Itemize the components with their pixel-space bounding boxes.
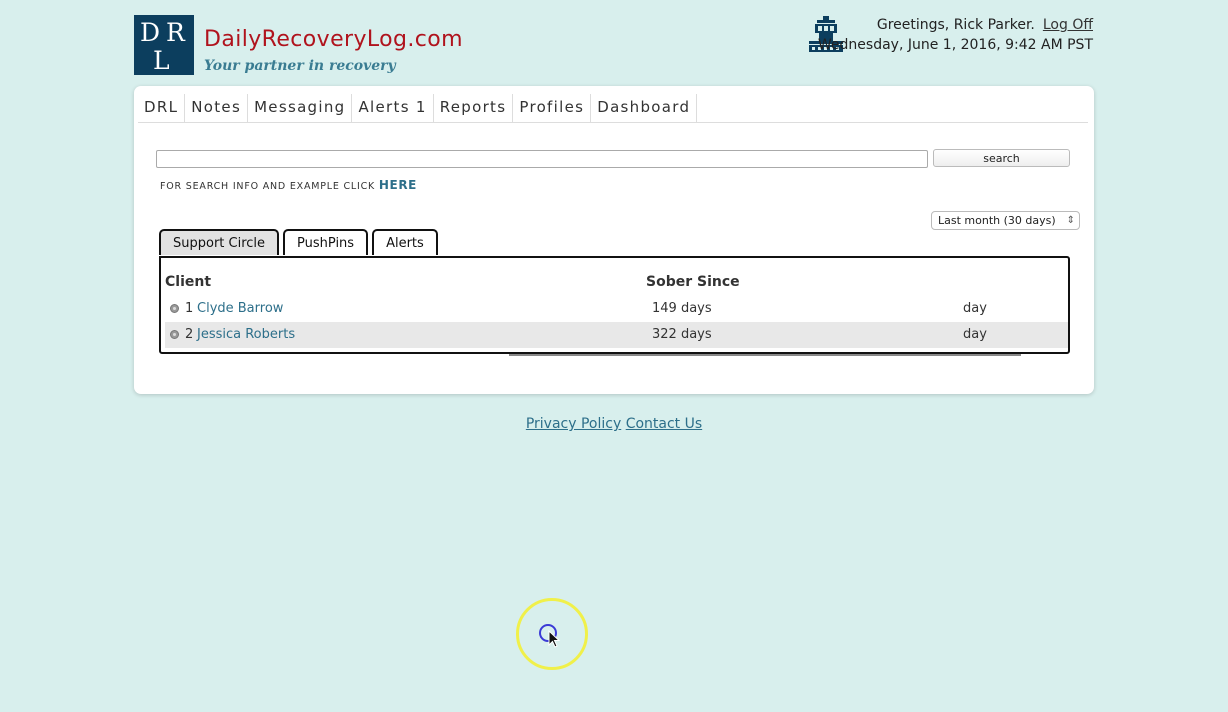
search-info-link[interactable]: HERE [379,178,417,192]
row-number: 1 [185,301,194,316]
row-number: 2 [185,327,194,342]
greeting: Greetings, Rick Parker. Log Off [877,17,1093,33]
client-name-link[interactable]: Clyde Barrow [197,301,283,316]
nav-item-reports[interactable]: Reports [434,94,514,122]
logo-letter-l: L [153,46,170,75]
search-info-text: FOR SEARCH INFO AND EXAMPLE CLICK [160,181,376,192]
logo-letter-r: R [166,18,185,47]
tab-support-circle[interactable]: Support Circle [159,229,280,255]
tab-bar: Support Circle PushPins Alerts [159,229,442,255]
site-tagline: Your partner in recovery [204,58,396,74]
sober-days: 149 days [652,301,712,316]
search-input[interactable] [156,150,928,168]
remove-circle-icon[interactable] [170,304,179,313]
table-row: 1 Clyde Barrow 149 days day [165,296,1068,322]
main-panel: DRL Notes Messaging Alerts 1 Reports Pro… [134,86,1094,394]
footer: Privacy Policy Contact Us [0,416,1228,432]
tab-alerts[interactable]: Alerts [372,229,438,255]
nav-item-alerts[interactable]: Alerts 1 [352,94,434,122]
column-header-sober-since: Sober Since [646,274,740,290]
main-nav: DRL Notes Messaging Alerts 1 Reports Pro… [138,94,1088,123]
privacy-policy-link[interactable]: Privacy Policy [526,416,621,432]
chevron-updown-icon: ⇕ [1066,215,1075,226]
table-row: 2 Jessica Roberts 322 days day [165,322,1068,348]
search-info: FOR SEARCH INFO AND EXAMPLE CLICK HERE [160,178,417,192]
nav-item-profiles[interactable]: Profiles [513,94,592,122]
site-name[interactable]: DailyRecoveryLog.com [204,27,463,52]
column-header-client: Client [165,274,212,290]
nav-item-messaging[interactable]: Messaging [248,94,353,122]
date-range-select[interactable]: Last month (30 days) ⇕ [931,211,1080,230]
horizontal-scrollbar[interactable] [509,354,1021,356]
logo-letter-d: D [140,18,161,47]
nav-item-drl[interactable]: DRL [138,94,186,122]
current-datetime: Wednesday, June 1, 2016, 9:42 AM PST [817,37,1093,53]
support-circle-table: Client Sober Since 1 Clyde Barrow 149 da… [159,256,1070,356]
sober-unit: day [963,327,987,342]
mouse-pointer-icon [548,630,561,648]
remove-circle-icon[interactable] [170,330,179,339]
drl-logo[interactable]: D R L [134,15,194,75]
nav-item-dashboard[interactable]: Dashboard [591,94,698,122]
contact-us-link[interactable]: Contact Us [626,416,702,432]
date-range-value: Last month (30 days) [938,214,1056,227]
greeting-text: Greetings, Rick Parker. [876,17,1035,33]
sober-days: 322 days [652,327,712,342]
tab-pushpins[interactable]: PushPins [283,229,369,255]
sober-unit: day [963,301,987,316]
search-button[interactable]: search [933,149,1070,167]
nav-item-notes[interactable]: Notes [185,94,249,122]
logout-link[interactable]: Log Off [1043,17,1093,33]
client-name-link[interactable]: Jessica Roberts [197,327,295,342]
